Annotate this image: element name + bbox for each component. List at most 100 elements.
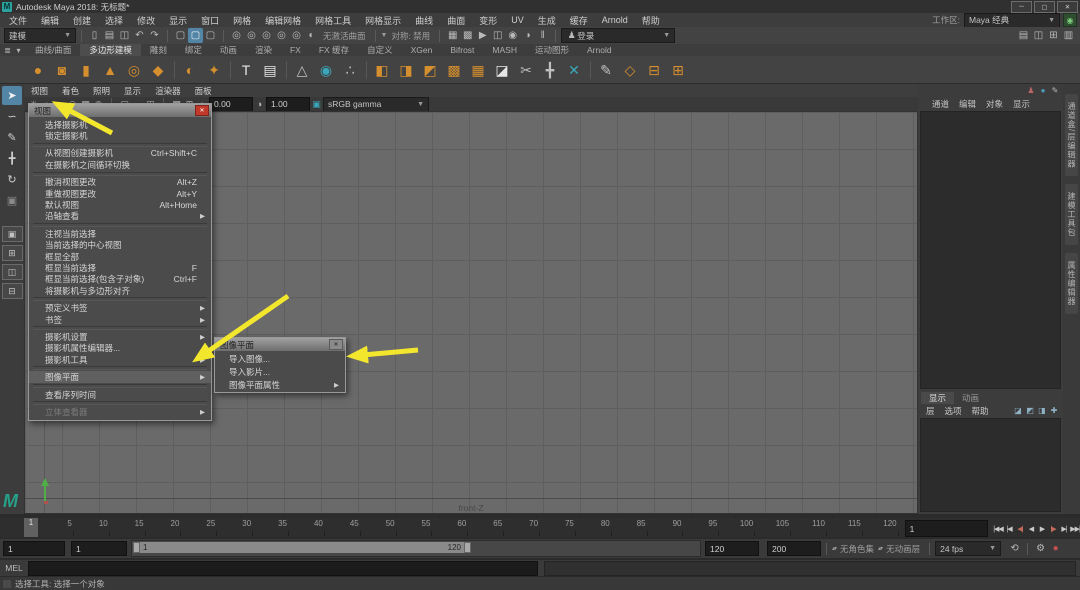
shelf-tab[interactable]: Bifrost xyxy=(441,44,483,56)
bevel-icon[interactable]: ◇ xyxy=(618,59,642,81)
layer-visibility-icon[interactable]: ◪ xyxy=(1012,403,1024,418)
layer-editor-content[interactable] xyxy=(920,418,1061,512)
menu-item[interactable]: 文件 xyxy=(2,14,34,27)
reduce-icon[interactable]: ▦ xyxy=(466,59,490,81)
view-menu-item[interactable]: 图像平面 ▶ xyxy=(29,371,211,382)
shelf-tab[interactable]: XGen xyxy=(402,44,442,56)
shelf-tab[interactable]: 多边形建模 xyxy=(80,44,141,56)
view-menu-item[interactable]: 撤消视图更改 Alt+Z xyxy=(29,177,211,188)
view-menu-item[interactable]: 摄影机设置 ▶ xyxy=(29,331,211,342)
new-layer-icon[interactable]: ◨ xyxy=(1036,403,1048,418)
render-current-frame-icon[interactable]: ▩ xyxy=(460,28,475,43)
shelf-tab[interactable]: MASH xyxy=(483,44,526,56)
view-menu-item[interactable]: 将摄影机与多边形对齐 xyxy=(29,285,211,296)
gamma-icon[interactable]: ◑ xyxy=(253,98,266,111)
snap-grid-icon[interactable]: ◎ xyxy=(229,28,244,43)
view-menu-item[interactable] xyxy=(33,326,207,330)
menu-item[interactable]: 网格工具 xyxy=(308,14,358,27)
two-pane-layout-button[interactable]: ◫ xyxy=(2,264,23,280)
tab-modeling-toolkit[interactable]: 建模工具包 xyxy=(1065,184,1078,245)
type-tool-icon[interactable]: T xyxy=(234,59,258,81)
fps-dropdown[interactable]: 24 fps▼ xyxy=(935,541,1001,556)
animation-start-field[interactable]: 1 xyxy=(71,541,127,556)
view-menu-item[interactable]: 摄影机工具 ▶ xyxy=(29,354,211,365)
menu-item[interactable]: UV xyxy=(504,15,531,25)
snap-center-icon[interactable]: ◎ xyxy=(274,28,289,43)
panel-menu-item[interactable]: 面板 xyxy=(188,85,219,97)
new-layer-selected-icon[interactable]: ✚ xyxy=(1048,403,1060,418)
svg-tool-icon[interactable]: ▤ xyxy=(258,59,282,81)
view-menu-item[interactable]: 框显全部 xyxy=(29,251,211,262)
boolean-icon[interactable]: ◩ xyxy=(418,59,442,81)
scale-tool-icon[interactable]: ▣ xyxy=(2,191,22,210)
mirror-icon[interactable]: ◪ xyxy=(490,59,514,81)
image-plane-menu-item[interactable]: 导入图像... xyxy=(215,352,345,365)
rotate-tool-icon[interactable]: ↻ xyxy=(2,170,22,189)
multi-cut-icon[interactable]: ✂ xyxy=(514,59,538,81)
paint-select-tool-icon[interactable]: ✎ xyxy=(2,128,22,147)
shelf-tab[interactable]: 自定义 xyxy=(358,44,402,56)
render-settings-icon[interactable]: ◫ xyxy=(490,28,505,43)
channel-box-menu-item[interactable]: 对象 xyxy=(981,98,1008,110)
step-back-key-button[interactable]: ◀| xyxy=(1015,522,1025,535)
current-frame-marker[interactable]: 1 xyxy=(24,518,38,537)
time-slider[interactable]: 5101520253035404550556065707580859095100… xyxy=(0,518,1080,537)
tab-channel-box-layer-editor[interactable]: 通道盒/层编辑器 xyxy=(1065,94,1078,176)
shelf-menu-icon[interactable]: ≣ xyxy=(2,45,13,56)
select-object-icon[interactable]: ▢ xyxy=(188,28,203,43)
animation-preferences-icon[interactable]: ⚙ xyxy=(1033,541,1048,556)
polygon-sphere-icon[interactable]: ● xyxy=(26,59,50,81)
view-menu-item[interactable]: 当前选择的中心视图 xyxy=(29,240,211,251)
playback-start-field[interactable]: 1 xyxy=(3,541,65,556)
locator-icon[interactable]: ◉ xyxy=(314,59,338,81)
playback-end-field[interactable]: 120 xyxy=(705,541,759,556)
go-to-start-button[interactable]: |◀◀ xyxy=(993,522,1003,535)
gamma-field[interactable]: 1.00 xyxy=(266,97,310,112)
smooth-mesh-icon[interactable]: ◐ xyxy=(178,59,202,81)
view-menu-item[interactable]: 立体查看器 ▶ xyxy=(29,406,211,417)
view-menu-item[interactable] xyxy=(33,366,207,370)
animation-end-field[interactable]: 200 xyxy=(767,541,821,556)
command-line-input[interactable] xyxy=(28,561,538,576)
workspace-dropdown[interactable]: Maya 经典▼ xyxy=(964,13,1060,28)
view-menu-item[interactable] xyxy=(33,297,207,301)
outliner-pane-layout-button[interactable]: ⊟ xyxy=(2,283,23,299)
shelf-tab[interactable]: FX xyxy=(281,44,310,56)
view-menu-item[interactable] xyxy=(33,384,207,388)
close-icon[interactable]: ✕ xyxy=(195,105,209,116)
view-menu-item[interactable]: 书签 ▶ xyxy=(29,314,211,325)
single-pane-layout-button[interactable]: ▣ xyxy=(2,226,23,242)
image-plane-menu-item[interactable]: 导入影片... xyxy=(215,365,345,378)
open-scene-icon[interactable]: ▤ xyxy=(102,28,117,43)
view-menu-item[interactable]: 框显当前选择 F xyxy=(29,262,211,273)
view-menu-item[interactable]: 重做视图更改 Alt+Y xyxy=(29,188,211,199)
panel-menu-item[interactable]: 着色 xyxy=(55,85,86,97)
view-menu-item[interactable]: 锁定摄影机 xyxy=(29,130,211,141)
view-menu-item[interactable]: 默认视图 Alt+Home xyxy=(29,199,211,210)
panel-menu-item[interactable]: 照明 xyxy=(86,85,117,97)
layer-editor-tab[interactable]: 动画 xyxy=(954,392,987,404)
super-shape-icon[interactable]: ✦ xyxy=(202,59,226,81)
channel-box-menu-item[interactable]: 编辑 xyxy=(954,98,981,110)
view-menu-item[interactable]: 预定义书签 ▶ xyxy=(29,302,211,313)
menu-item[interactable]: 窗口 xyxy=(194,14,226,27)
menu-item[interactable]: 帮助 xyxy=(635,14,667,27)
redo-icon[interactable]: ↷ xyxy=(147,28,162,43)
shelf-tab[interactable]: 动画 xyxy=(211,44,246,56)
combine-icon[interactable]: ◧ xyxy=(370,59,394,81)
view-menu-item[interactable]: 框显当前选择(包含子对象) Ctrl+F xyxy=(29,274,211,285)
close-icon[interactable]: ✕ xyxy=(329,339,343,350)
range-end-handle[interactable] xyxy=(464,542,471,553)
move-tool-icon[interactable]: ╋ xyxy=(2,149,22,168)
channel-box-menu-item[interactable]: 通道 xyxy=(927,98,954,110)
layer-editor-menu-item[interactable]: 层 xyxy=(921,405,940,417)
pause-icon[interactable]: ‖ xyxy=(535,28,550,43)
target-weld-icon[interactable]: ✕ xyxy=(562,59,586,81)
new-scene-icon[interactable]: ▯ xyxy=(87,28,102,43)
panel-menu-item[interactable]: 显示 xyxy=(117,85,148,97)
current-time-field[interactable]: 1 xyxy=(905,520,988,537)
tab-attribute-editor[interactable]: 属性编辑器 xyxy=(1065,253,1078,314)
shelf-tab[interactable]: 曲线/曲面 xyxy=(26,44,80,56)
panel-menu-item[interactable]: 渲染器 xyxy=(148,85,188,97)
separate-icon[interactable]: ◨ xyxy=(394,59,418,81)
